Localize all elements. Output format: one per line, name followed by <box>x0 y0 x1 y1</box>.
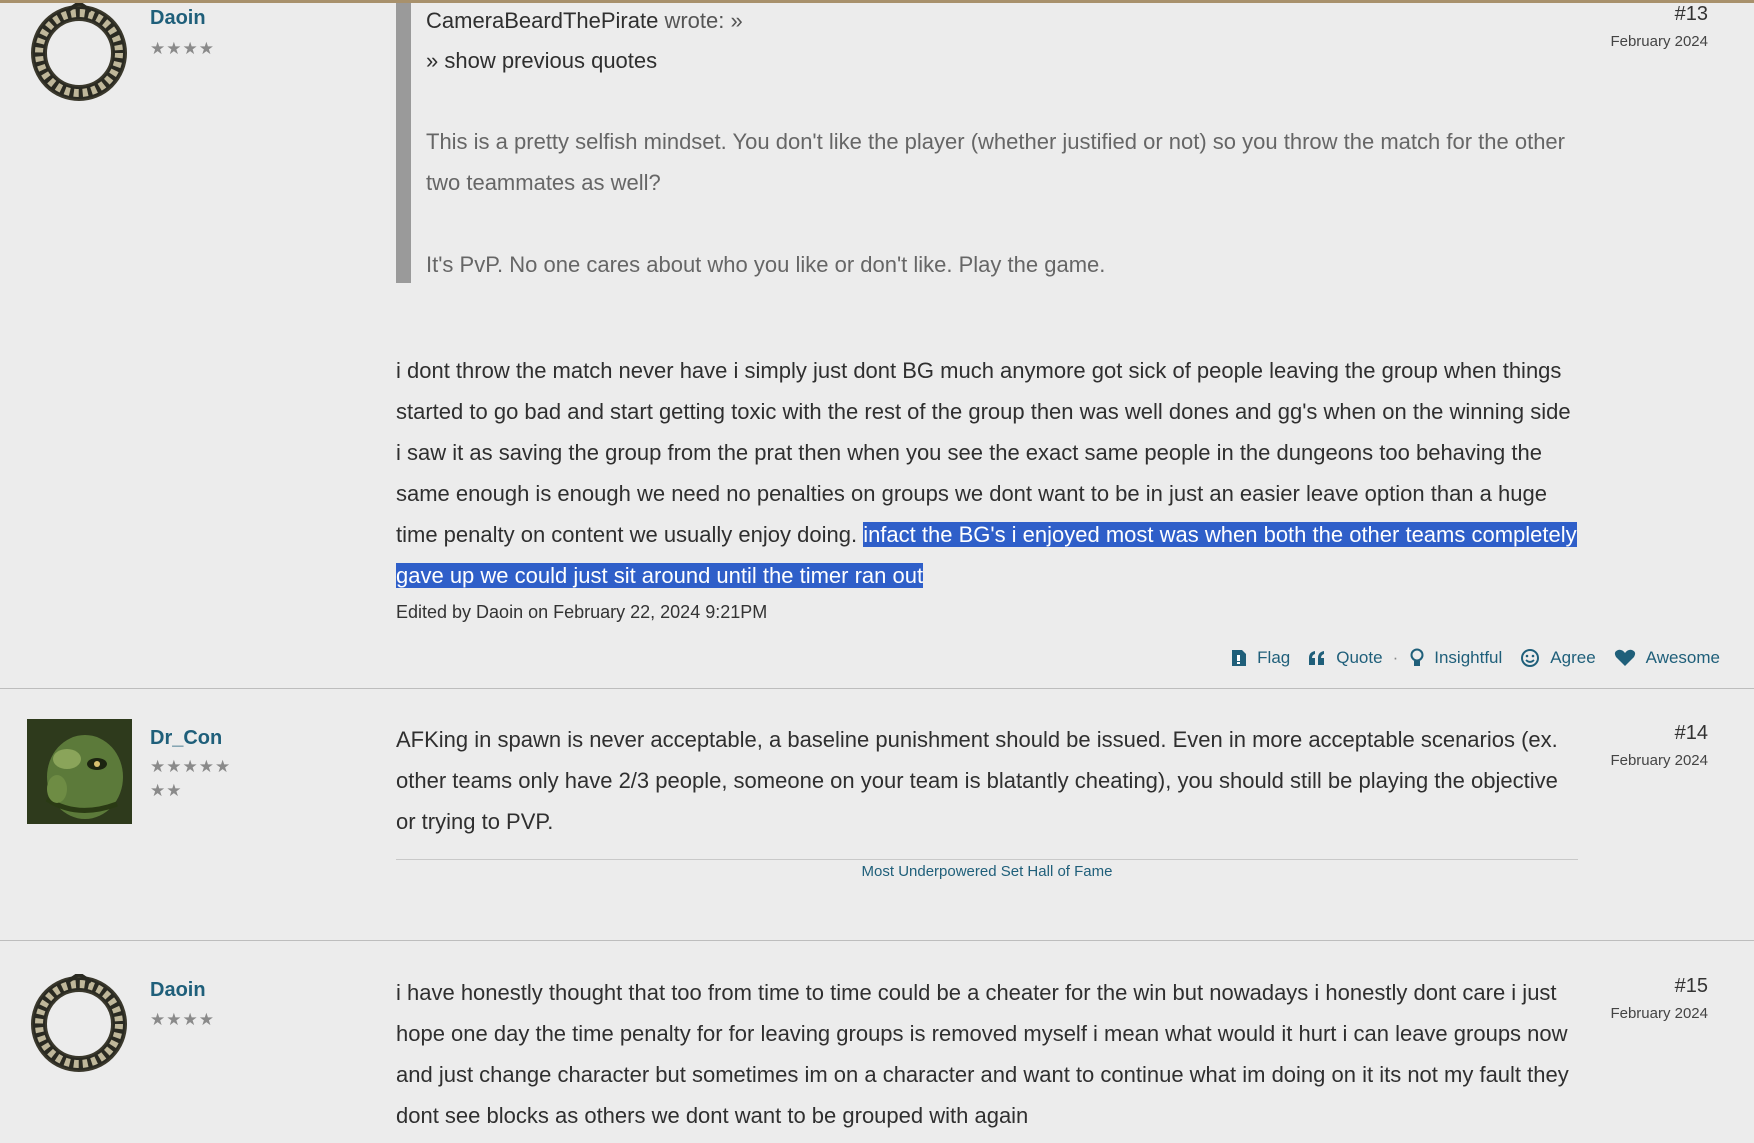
insightful-button[interactable]: Insightful <box>1410 648 1502 668</box>
agree-button[interactable]: Agree <box>1520 648 1596 668</box>
signature-divider <box>396 859 1578 860</box>
insightful-label: Insightful <box>1434 648 1503 667</box>
post-divider <box>0 940 1754 941</box>
flag-icon <box>1232 650 1247 666</box>
post-divider <box>0 688 1754 689</box>
rank-stars: ★★★★ <box>150 39 215 58</box>
signature-link[interactable]: Most Underpowered Set Hall of Fame <box>396 863 1578 880</box>
post-date[interactable]: February 2024 <box>1610 33 1708 50</box>
blockquote: CameraBeardThePirate wrote: » » show pre… <box>396 3 1580 283</box>
post-date[interactable]: February 2024 <box>1610 752 1708 769</box>
quote-author[interactable]: CameraBeardThePirate <box>426 8 658 33</box>
post-author[interactable]: Daoin <box>150 979 206 1002</box>
separator: · <box>1392 648 1399 667</box>
lightbulb-icon <box>1410 648 1424 666</box>
awesome-label: Awesome <box>1645 648 1720 667</box>
post-author[interactable]: Dr_Con <box>150 727 222 750</box>
quote-label: Quote <box>1336 648 1383 667</box>
quote-wrote-label[interactable]: wrote: » <box>664 8 742 33</box>
rank-stars: ★★★★★ <box>150 757 232 776</box>
flag-label: Flag <box>1257 648 1291 667</box>
flag-button[interactable]: Flag <box>1231 648 1290 668</box>
avatar-daoin-icon[interactable] <box>27 974 132 1079</box>
post-body: i have honestly thought that too from ti… <box>396 980 1569 1128</box>
smiley-icon <box>1521 649 1540 667</box>
show-previous-quotes-link[interactable]: » show previous quotes <box>426 43 1580 79</box>
post-body: AFKing in spawn is never acceptable, a b… <box>396 727 1558 834</box>
post-number[interactable]: #14 <box>1675 722 1708 745</box>
avatar-dr-con-icon[interactable] <box>27 719 132 824</box>
awesome-button[interactable]: Awesome <box>1614 648 1720 668</box>
post-body: i dont throw the match never have i simp… <box>396 350 1580 596</box>
agree-label: Agree <box>1550 648 1596 667</box>
reaction-bar: Flag Quote · Insightful Agree Awesome <box>1221 648 1720 668</box>
rank-stars: ★★★★ <box>150 1010 215 1029</box>
heart-icon <box>1614 649 1635 666</box>
quote-button[interactable]: Quote <box>1308 648 1383 668</box>
quote-header: CameraBeardThePirate wrote: » <box>426 3 1580 39</box>
post-number[interactable]: #15 <box>1675 975 1708 998</box>
quote-paragraph: It's PvP. No one cares about who you lik… <box>426 252 1106 277</box>
post-body-text: i dont throw the match never have i simp… <box>396 358 1571 547</box>
post-author[interactable]: Daoin <box>150 7 206 30</box>
rank-stars: ★★ <box>150 781 183 800</box>
quote-icon <box>1309 651 1325 665</box>
avatar-daoin-icon[interactable] <box>27 3 132 108</box>
quote-paragraph: This is a pretty selfish mindset. You do… <box>426 129 1565 195</box>
edited-note: Edited by Daoin on February 22, 2024 9:2… <box>396 602 768 622</box>
post-date[interactable]: February 2024 <box>1610 1005 1708 1022</box>
post-number[interactable]: #13 <box>1675 3 1708 26</box>
